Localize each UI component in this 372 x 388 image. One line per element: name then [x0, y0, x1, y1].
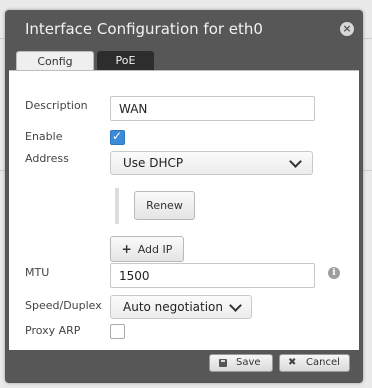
interface-config-dialog: Interface Configuration for eth0 × Confi… — [5, 10, 363, 383]
enable-label: Enable — [25, 130, 63, 143]
proxy-arp-checkbox[interactable] — [110, 324, 125, 339]
cancel-label: Cancel — [306, 357, 340, 368]
address-label: Address — [25, 152, 69, 165]
address-selected-value: Use DHCP — [123, 156, 184, 170]
chevron-down-icon — [289, 155, 302, 168]
dialog-titlebar[interactable]: Interface Configuration for eth0 × — [5, 10, 363, 50]
tab-poe[interactable]: PoE — [97, 51, 154, 70]
speed-duplex-select[interactable]: Auto negotiation — [110, 295, 252, 319]
config-panel: Description Enable ✓ Address Use DHCP Re… — [9, 70, 359, 350]
plus-icon: + — [121, 242, 132, 256]
dialog-title: Interface Configuration for eth0 — [25, 20, 263, 38]
save-button[interactable]: Save — [209, 354, 273, 372]
mtu-field[interactable] — [110, 263, 315, 288]
cancel-icon: ✖ — [288, 357, 297, 368]
renew-button[interactable]: Renew — [134, 191, 195, 220]
save-icon — [219, 359, 227, 367]
check-icon: ✓ — [112, 129, 123, 143]
add-ip-label: Add IP — [137, 243, 173, 256]
chevron-down-icon — [229, 299, 242, 312]
close-icon[interactable]: × — [340, 22, 354, 36]
enable-checkbox[interactable]: ✓ — [110, 129, 125, 145]
description-label: Description — [25, 99, 88, 112]
add-ip-button[interactable]: + Add IP — [110, 236, 184, 262]
description-field[interactable] — [110, 96, 315, 121]
speed-duplex-selected-value: Auto negotiation — [123, 300, 224, 314]
info-icon[interactable]: i — [328, 267, 340, 279]
renew-group-bar — [115, 188, 119, 224]
mtu-label: MTU — [25, 266, 50, 279]
cancel-button[interactable]: ✖ Cancel — [279, 354, 350, 372]
save-label: Save — [236, 357, 261, 368]
tab-config[interactable]: Config — [16, 51, 94, 71]
proxy-arp-label: Proxy ARP — [25, 324, 81, 337]
speed-duplex-label: Speed/Duplex — [25, 299, 102, 312]
address-select[interactable]: Use DHCP — [110, 151, 313, 175]
